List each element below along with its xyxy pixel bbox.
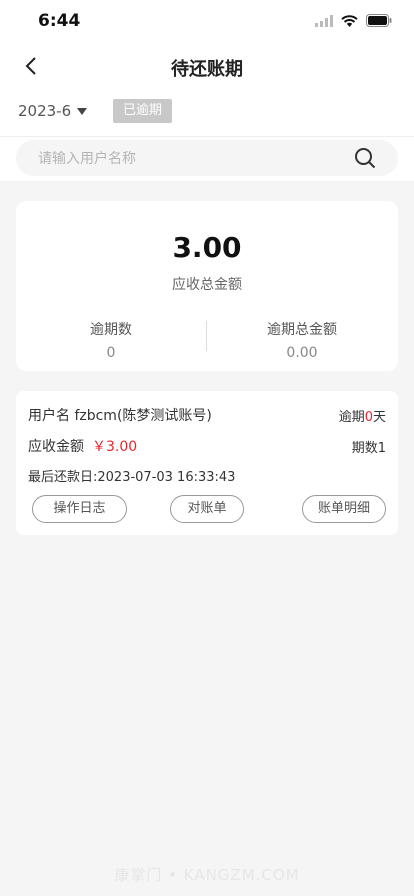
month-label: 2023-6 bbox=[18, 102, 72, 120]
overdue-total-value: 0.00 bbox=[286, 345, 318, 361]
overdue-days-suffix: 天 bbox=[372, 410, 386, 425]
status-bar: 6:44 bbox=[0, 0, 414, 44]
search-box bbox=[16, 140, 398, 178]
overdue-days: 逾期0天 bbox=[339, 406, 386, 425]
receivable-label: 应收金额 bbox=[28, 439, 84, 455]
wifi-icon bbox=[341, 14, 358, 27]
bill-user-name: 用户名 fzbcm(陈梦测试账号) bbox=[28, 408, 212, 424]
battery-icon bbox=[366, 14, 392, 27]
overdue-count-stat: 逾期数 0 bbox=[16, 319, 206, 361]
overdue-total-stat: 逾期总金额 0.00 bbox=[207, 319, 397, 361]
filter-bar: 2023-6 已逾期 bbox=[0, 90, 414, 137]
receivable-amount-row: 应收金额 ￥3.00 bbox=[28, 436, 137, 456]
watermark: 康掌门 • KANGZM.COM bbox=[114, 866, 300, 884]
overdue-total-label: 逾期总金额 bbox=[267, 322, 337, 338]
search-input[interactable] bbox=[36, 140, 340, 178]
status-icons bbox=[315, 14, 392, 27]
overdue-days-prefix: 逾期 bbox=[338, 410, 365, 425]
total-receivable-amount: 3.00 bbox=[172, 231, 242, 264]
signal-icon bbox=[315, 14, 333, 27]
status-time: 6:44 bbox=[38, 11, 81, 31]
navigation-bar: 待还账期 bbox=[0, 44, 414, 90]
bill-card[interactable]: 用户名 fzbcm(陈梦测试账号) 逾期0天 应收金额 ￥3.00 期数1 最后还… bbox=[16, 391, 398, 535]
statement-button[interactable]: 对账单 bbox=[170, 495, 244, 523]
summary-card: 3.00 应收总金额 逾期数 0 逾期总金额 0.00 bbox=[16, 201, 398, 371]
search-icon[interactable] bbox=[354, 147, 376, 169]
total-receivable-label: 应收总金额 bbox=[172, 277, 242, 293]
overdue-count-label: 逾期数 bbox=[90, 322, 132, 338]
overdue-days-value: 0 bbox=[364, 410, 373, 425]
operation-log-button[interactable]: 操作日志 bbox=[32, 495, 127, 523]
overdue-count-value: 0 bbox=[106, 345, 116, 361]
dropdown-triangle-icon bbox=[77, 107, 88, 115]
period-count: 期数1 bbox=[351, 441, 386, 456]
last-payment-date: 最后还款日:2023-07-03 16:33:43 bbox=[28, 470, 236, 485]
search-bar bbox=[0, 137, 414, 181]
bill-detail-button[interactable]: 账单明细 bbox=[302, 495, 386, 523]
page-title: 待还账期 bbox=[171, 59, 243, 80]
receivable-amount: ￥3.00 bbox=[92, 439, 138, 455]
month-selector[interactable]: 2023-6 bbox=[18, 102, 88, 120]
overdue-filter-tag[interactable]: 已逾期 bbox=[113, 99, 173, 123]
